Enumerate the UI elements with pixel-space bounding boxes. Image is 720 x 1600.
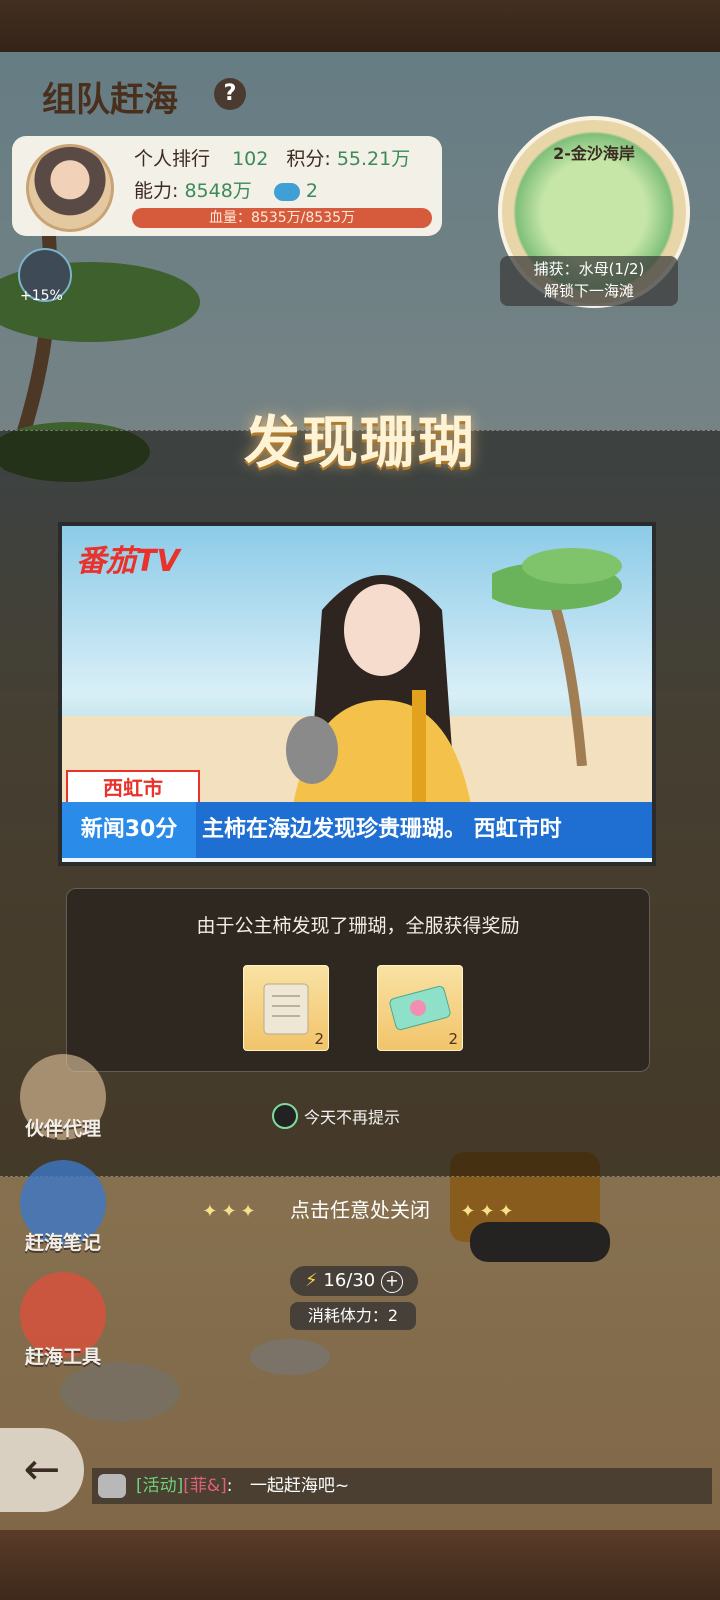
dont-show-label[interactable]: 今天不再提示 <box>304 1104 400 1128</box>
ticker-label: 新闻30分 <box>62 802 196 858</box>
map-unlock: 解锁下一海滩 <box>543 282 634 300</box>
item-count: 2 <box>314 1030 324 1048</box>
sparkle-icon: ✦✦✦ <box>202 1201 260 1222</box>
palm-tree-icon <box>492 548 622 766</box>
news-tv-panel: 番茄TV 西虹市 新闻30分 主柿在海边发现珍贵珊瑚。 西虹市时 <box>58 522 656 866</box>
avatar[interactable] <box>26 144 114 232</box>
close-hint[interactable]: ✦✦✦ 点击任意处关闭 ✦✦✦ <box>0 1194 720 1223</box>
back-arrow-icon[interactable]: ← <box>0 1428 84 1512</box>
ticker-text: 主柿在海边发现珍贵珊瑚。 西虹市时 <box>202 817 562 842</box>
stamina-cost: 消耗体力：2 <box>290 1302 416 1330</box>
chat-name: [菲&] <box>183 1476 227 1496</box>
chat-colon: : <box>226 1476 233 1496</box>
wave-count: 2 <box>305 180 318 202</box>
map-name: 2-金沙海岸 <box>553 144 635 163</box>
wave-icon <box>273 182 300 201</box>
rank-label: 个人排行 <box>134 148 211 170</box>
reward-item-scroll[interactable]: 2 <box>243 965 329 1051</box>
chat-text: 一起赶海吧~ <box>249 1476 350 1496</box>
power-row: 能力: 8548万 2 <box>134 176 318 203</box>
stamina-value: 16/30 <box>323 1270 376 1291</box>
news-anchor-girl <box>286 575 472 810</box>
news-ticker: 新闻30分 主柿在海边发现珍贵珊瑚。 西虹市时 <box>62 802 652 858</box>
rank-value: 102 <box>232 148 269 170</box>
add-stamina-icon[interactable]: + <box>380 1271 403 1293</box>
dont-show-checkbox[interactable] <box>272 1103 298 1129</box>
chat-bubble-icon[interactable] <box>98 1474 126 1498</box>
chat-message: [活动][菲&]: 一起赶海吧~ <box>136 1468 349 1504</box>
page-title: 组队赶海 <box>42 80 178 120</box>
hp-bar: 血量：8535万/8535万 <box>132 208 432 228</box>
chat-tag: [活动] <box>136 1476 184 1496</box>
power-label: 能力: <box>134 180 179 202</box>
score-label: 积分: <box>286 148 331 170</box>
side-item-partner[interactable]: 伙伴代理 <box>0 1114 126 1141</box>
reward-panel: 由于公主柿发现了珊瑚，全服获得奖励 2 2 <box>66 888 650 1072</box>
chat-bar[interactable]: [活动][菲&]: 一起赶海吧~ <box>92 1468 712 1504</box>
item-count: 2 <box>448 1030 458 1048</box>
power-value: 8548万 <box>184 180 252 202</box>
bottom-frame <box>0 1530 720 1600</box>
stamina-counter: ⚡ 16/30 + <box>290 1266 418 1296</box>
help-icon[interactable]: ? <box>214 78 246 110</box>
reward-item-ticket[interactable]: 2 <box>377 965 463 1051</box>
banner-title: 发现珊瑚 <box>244 411 476 476</box>
score-value: 55.21万 <box>336 148 411 170</box>
reward-text: 由于公主柿发现了珊瑚，全服获得奖励 <box>196 915 520 937</box>
city-tag: 西虹市 <box>66 770 200 806</box>
sparkle-icon: ✦✦✦ <box>460 1201 518 1222</box>
buff-value: +15% <box>20 288 63 304</box>
map-catch: 捕获：水母(1/2) <box>533 260 645 278</box>
side-item-tools[interactable]: 赶海工具 <box>0 1342 126 1369</box>
player-card: 个人排行 102 积分: 55.21万 能力: 8548万 2 血量：8535万… <box>12 136 442 236</box>
close-hint-text: 点击任意处关闭 <box>290 1198 430 1222</box>
map-progress: 捕获：水母(1/2) 解锁下一海滩 <box>500 256 678 306</box>
tv-brand-logo: 番茄TV <box>76 544 180 579</box>
lightning-icon: ⚡ <box>305 1270 318 1291</box>
rank-row: 个人排行 102 积分: 55.21万 <box>134 144 410 171</box>
side-item-notes[interactable]: 赶海笔记 <box>0 1228 126 1255</box>
